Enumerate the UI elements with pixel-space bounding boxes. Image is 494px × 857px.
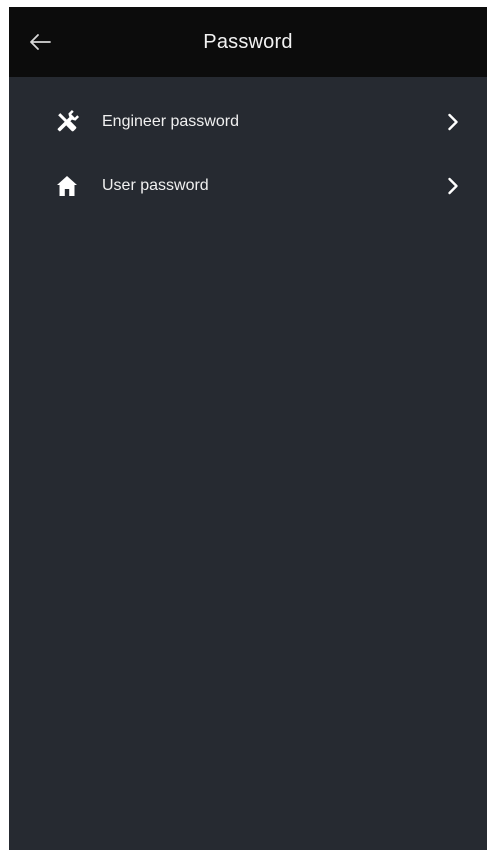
screen: Password Engineer password User password [9,7,487,850]
menu-item-label: Engineer password [102,113,239,130]
menu-item-label: User password [102,177,209,194]
chevron-right-icon [445,112,461,132]
chevron-right-icon [445,176,461,196]
app-bar: Password [9,7,487,77]
tools-icon [53,108,81,136]
menu-item-engineer-password[interactable]: Engineer password [9,90,487,154]
password-menu: Engineer password User password [9,90,487,218]
home-icon [53,172,81,200]
page-title: Password [203,31,293,53]
menu-item-user-password[interactable]: User password [9,154,487,218]
